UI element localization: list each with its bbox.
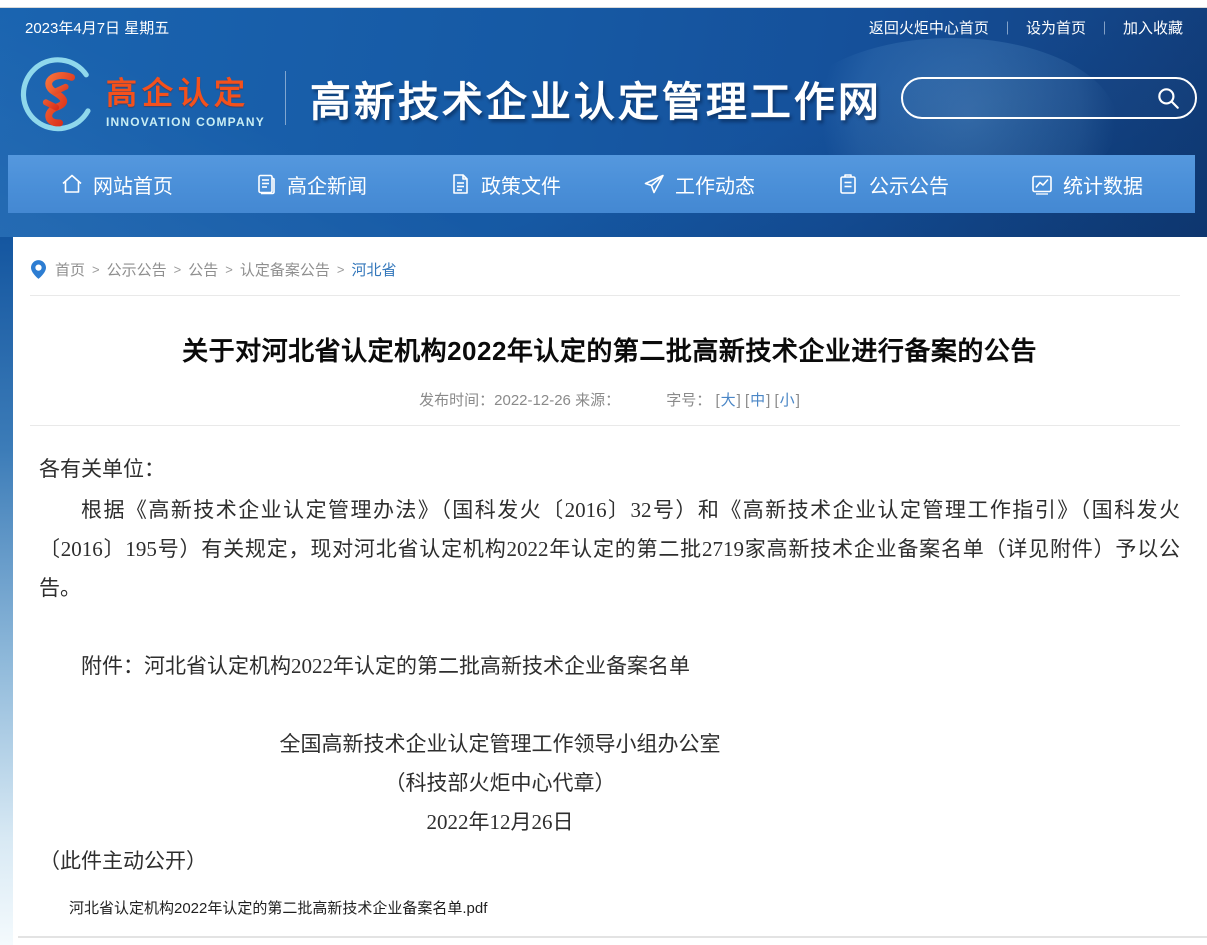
- link-separator: ｜: [1098, 18, 1111, 37]
- paper-plane-icon: [642, 172, 666, 196]
- attachment-pdf-link[interactable]: 河北省认定机构2022年认定的第二批高新技术企业备案名单.pdf: [69, 897, 487, 918]
- bracket: ]: [796, 392, 800, 409]
- article-meta: 发布时间：2022-12-26 来源： 字号： [大] [中] [小]: [39, 389, 1180, 410]
- signer-note: （科技部火炬中心代章）: [39, 764, 961, 803]
- fontsize-large-label: 大: [721, 392, 736, 409]
- breadcrumb-home[interactable]: 首页: [55, 259, 85, 280]
- breadcrumb-notice[interactable]: 公告: [188, 259, 218, 280]
- breadcrumb-current-hebei[interactable]: 河北省: [351, 259, 396, 280]
- utility-topbar: 2023年4月7日 星期五 返回火炬中心首页 ｜ 设为首页 ｜ 加入收藏: [0, 8, 1207, 47]
- nav-label: 政策文件: [481, 170, 561, 199]
- policy-doc-icon: [448, 172, 472, 196]
- article-body: 各有关单位： 根据《高新技术企业认定管理办法》（国科发火〔2016〕32号）和《…: [39, 450, 1180, 881]
- bracket: [: [745, 392, 749, 409]
- nav-item-home[interactable]: 网站首页: [60, 170, 173, 199]
- disclosure-note: （此件主动公开）: [39, 842, 1180, 881]
- bottom-divider: [18, 936, 1207, 938]
- publish-time-label: 发布时间：: [419, 392, 494, 409]
- nav-label: 网站首页: [93, 170, 173, 199]
- fontsize-small-label: 小: [780, 392, 795, 409]
- divider: [30, 295, 1180, 296]
- news-icon: [254, 172, 278, 196]
- site-logo[interactable]: 高企认定 INNOVATION COMPANY: [14, 55, 265, 141]
- logo-title: 高企认定: [106, 68, 265, 113]
- breadcrumb-separator: >: [92, 262, 100, 277]
- fontsize-label: 字号：: [666, 392, 711, 409]
- site-title: 高新技术企业认定管理工作网: [310, 68, 882, 128]
- logo-divider: [285, 71, 286, 125]
- fontsize-large-button[interactable]: [大]: [715, 392, 740, 409]
- fontsize-small-button[interactable]: [小]: [775, 392, 800, 409]
- breadcrumb-separator: >: [337, 262, 345, 277]
- bracket: [: [715, 392, 719, 409]
- breadcrumb-separator: >: [174, 262, 182, 277]
- signer-name: 全国高新技术企业认定管理工作领导小组办公室: [39, 725, 961, 764]
- link-return-torch-home[interactable]: 返回火炬中心首页: [869, 17, 989, 38]
- topbar-links: 返回火炬中心首页 ｜ 设为首页 ｜ 加入收藏: [869, 17, 1183, 38]
- banner: 高企认定 INNOVATION COMPANY 高新技术企业认定管理工作网: [0, 47, 1207, 155]
- nav-label: 工作动态: [675, 170, 755, 199]
- logo-circle-icon: [14, 55, 100, 141]
- salutation: 各有关单位：: [39, 450, 1180, 489]
- nav-label: 公示公告: [869, 170, 949, 199]
- nav-item-policy[interactable]: 政策文件: [448, 170, 561, 199]
- article-paragraph: 根据《高新技术企业认定管理办法》（国科发火〔2016〕32号）和《高新技术企业认…: [39, 491, 1180, 608]
- publish-date: 2022-12-26: [494, 392, 571, 409]
- link-add-favorite[interactable]: 加入收藏: [1123, 17, 1183, 38]
- nav-item-updates[interactable]: 工作动态: [642, 170, 755, 199]
- fontsize-medium-button[interactable]: [中]: [745, 392, 770, 409]
- link-separator: ｜: [1001, 18, 1014, 37]
- nav-label: 高企新闻: [287, 170, 367, 199]
- top-white-strip: [0, 0, 1207, 8]
- search-box: [901, 77, 1197, 119]
- site-header: 2023年4月7日 星期五 返回火炬中心首页 ｜ 设为首页 ｜ 加入收藏: [0, 8, 1207, 237]
- breadcrumb: 首页 > 公示公告 > 公告 > 认定备案公告 > 河北省: [31, 237, 1180, 280]
- search-button[interactable]: [1155, 85, 1181, 111]
- page-body: 首页 > 公示公告 > 公告 > 认定备案公告 > 河北省 关于对河北省认定机构…: [0, 237, 1207, 945]
- home-icon: [60, 172, 84, 196]
- chart-icon: [1030, 172, 1054, 196]
- location-pin-icon: [31, 260, 46, 279]
- current-date: 2023年4月7日 星期五: [25, 17, 169, 38]
- signature-block: 全国高新技术企业认定管理工作领导小组办公室 （科技部火炬中心代章） 2022年1…: [39, 725, 961, 842]
- logo-subtitle: INNOVATION COMPANY: [106, 115, 265, 129]
- header-bottom-band: [0, 213, 1207, 237]
- breadcrumb-filing-notice[interactable]: 认定备案公告: [240, 259, 330, 280]
- left-gradient-stripe: [0, 237, 13, 945]
- search-icon: [1155, 85, 1181, 111]
- search-input[interactable]: [921, 90, 1155, 107]
- link-set-homepage[interactable]: 设为首页: [1026, 17, 1086, 38]
- bracket: ]: [737, 392, 741, 409]
- content-panel: 首页 > 公示公告 > 公告 > 认定备案公告 > 河北省 关于对河北省认定机构…: [13, 237, 1207, 945]
- bracket: [: [775, 392, 779, 409]
- fontsize-medium-label: 中: [750, 392, 765, 409]
- article-title: 关于对河北省认定机构2022年认定的第二批高新技术企业进行备案的公告: [39, 331, 1180, 368]
- nav-item-statistics[interactable]: 统计数据: [1030, 170, 1143, 199]
- sign-date: 2022年12月26日: [39, 803, 961, 842]
- source-label: 来源：: [575, 392, 620, 409]
- nav-item-announcements[interactable]: 公示公告: [836, 170, 949, 199]
- breadcrumb-announcements[interactable]: 公示公告: [107, 259, 167, 280]
- clipboard-icon: [836, 172, 860, 196]
- page: 2023年4月7日 星期五 返回火炬中心首页 ｜ 设为首页 ｜ 加入收藏: [0, 0, 1207, 945]
- attachment-reference: 附件：河北省认定机构2022年认定的第二批高新技术企业备案名单: [39, 647, 1180, 686]
- divider: [30, 425, 1180, 426]
- nav-item-news[interactable]: 高企新闻: [254, 170, 367, 199]
- logo-text: 高企认定 INNOVATION COMPANY: [106, 68, 265, 129]
- nav-label: 统计数据: [1063, 170, 1143, 199]
- main-nav: 网站首页 高企新闻 政策文件: [8, 155, 1195, 213]
- breadcrumb-separator: >: [225, 262, 233, 277]
- bracket: ]: [766, 392, 770, 409]
